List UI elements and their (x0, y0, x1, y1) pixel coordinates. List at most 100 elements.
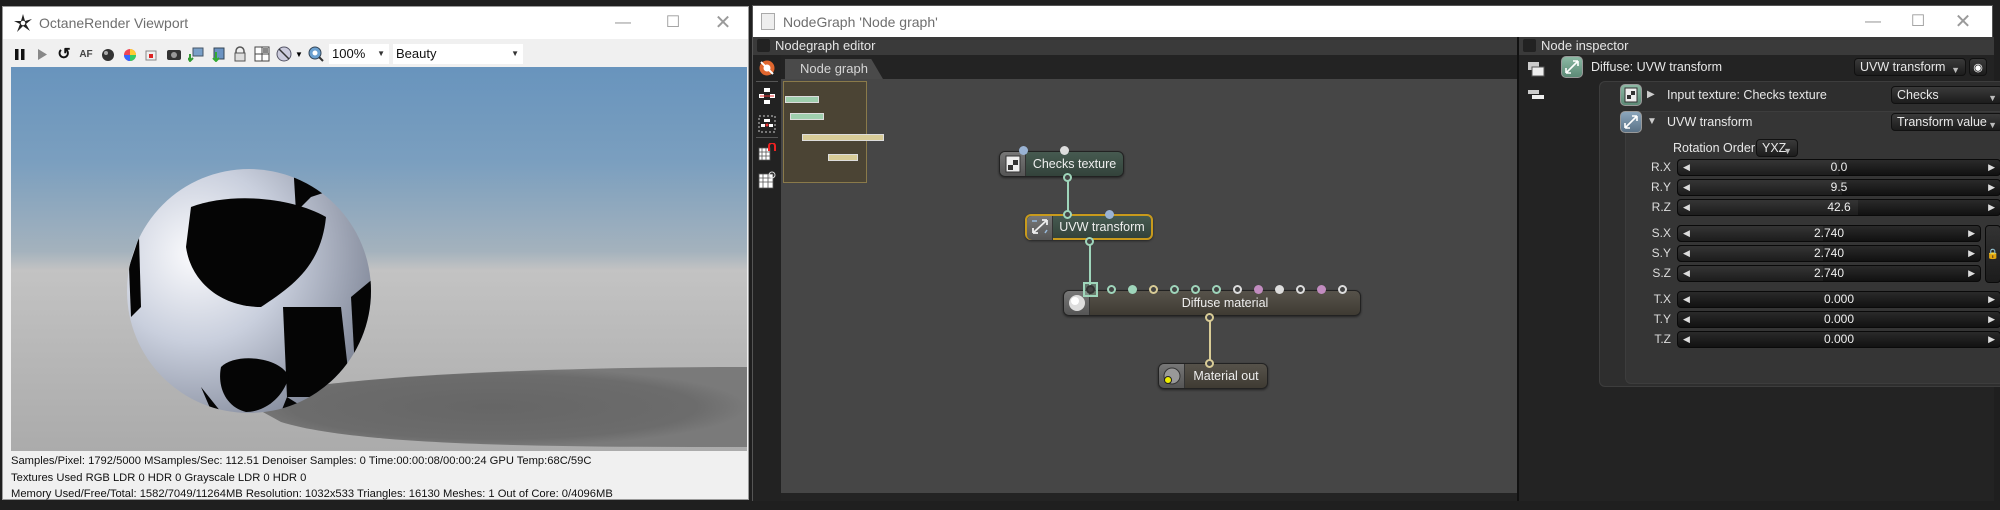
panel-checkbox[interactable] (757, 39, 770, 52)
export-icon[interactable] (187, 45, 205, 63)
zoom-icon[interactable] (307, 45, 325, 63)
increment-arrow-icon[interactable]: ▶ (1988, 312, 1995, 327)
zoom-level-select[interactable]: 100% ▼ (329, 44, 389, 64)
transform-type-select[interactable]: Transform value ▼ (1891, 113, 2000, 131)
cursor-pick-icon[interactable] (275, 45, 293, 63)
rotation-x-slider[interactable]: ◀ 0.0 ▶ (1677, 159, 2000, 176)
increment-arrow-icon[interactable]: ▶ (1968, 226, 1975, 241)
decrement-arrow-icon[interactable]: ◀ (1683, 292, 1690, 307)
decrement-arrow-icon[interactable]: ◀ (1683, 226, 1690, 241)
input-texture-row: ▶ Input texture: Checks texture Checks ▼ (1559, 83, 2000, 107)
node-type-select[interactable]: UVW transform ▼ (1854, 58, 1966, 76)
rotation-order-select[interactable]: YXZ ▼ (1756, 139, 1798, 157)
input-pin[interactable] (1063, 210, 1072, 219)
input-pin[interactable] (1149, 285, 1158, 294)
grid-icon[interactable] (253, 45, 271, 63)
input-pin[interactable] (1205, 359, 1214, 368)
snap-to-grid-icon[interactable] (758, 143, 776, 161)
panel-title: Node inspector (1541, 38, 1629, 53)
minimize-button[interactable]: — (1853, 10, 1893, 34)
increment-arrow-icon[interactable]: ▶ (1968, 246, 1975, 261)
lock-icon[interactable] (231, 45, 249, 63)
play-icon[interactable] (33, 45, 51, 63)
camera-icon[interactable] (165, 45, 183, 63)
node-checks-texture[interactable]: Checks texture (999, 151, 1124, 177)
decrement-arrow-icon[interactable]: ◀ (1683, 246, 1690, 261)
cursor-pick-dropdown-icon[interactable]: ▼ (295, 45, 303, 63)
minimize-button[interactable]: — (603, 11, 643, 35)
unlink-nodes-icon[interactable] (758, 59, 776, 77)
translation-z-slider[interactable]: ◀ 0.000 ▶ (1677, 331, 2000, 348)
decrement-arrow-icon[interactable]: ◀ (1683, 160, 1690, 175)
input-pin[interactable] (1317, 285, 1326, 294)
input-pin[interactable] (1275, 285, 1284, 294)
node-graph-canvas[interactable]: Checks texture UVW transform Diffuse mat… (781, 79, 1517, 493)
output-pin[interactable] (1085, 237, 1094, 246)
increment-arrow-icon[interactable]: ▶ (1988, 180, 1995, 195)
input-pin[interactable] (1019, 146, 1028, 155)
input-pin[interactable] (1105, 210, 1114, 219)
increment-arrow-icon[interactable]: ▶ (1988, 292, 1995, 307)
translation-y-slider[interactable]: ◀ 0.000 ▶ (1677, 311, 2000, 328)
reset-icon[interactable]: ↺ (55, 45, 73, 63)
rotation-z-slider[interactable]: ◀ 42.6 ▶ (1677, 199, 2000, 216)
scale-y-slider[interactable]: ◀ 2.740 ▶ (1677, 245, 1981, 262)
collapse-nodes-icon[interactable] (758, 115, 776, 133)
input-pin[interactable] (1170, 285, 1179, 294)
input-pin[interactable] (1128, 285, 1137, 294)
node-material-out[interactable]: Material out (1158, 363, 1268, 389)
input-pin[interactable] (1060, 146, 1069, 155)
input-pin[interactable] (1191, 285, 1200, 294)
import-icon[interactable] (209, 45, 227, 63)
checks-texture-icon (1000, 152, 1026, 176)
increment-arrow-icon[interactable]: ▶ (1988, 160, 1995, 175)
increment-arrow-icon[interactable]: ▶ (1988, 332, 1995, 347)
decrement-arrow-icon[interactable]: ◀ (1683, 332, 1690, 347)
scale-lock-button[interactable]: 🔒 (1985, 225, 2000, 283)
expand-all-icon[interactable] (1527, 61, 1545, 77)
sphere-pick-icon[interactable] (99, 45, 117, 63)
close-button[interactable]: ✕ (703, 11, 743, 35)
node-diffuse-material[interactable]: Diffuse material (1063, 290, 1361, 316)
input-pin[interactable] (1254, 285, 1263, 294)
scale-x-slider[interactable]: ◀ 2.740 ▶ (1677, 225, 1981, 242)
decrement-arrow-icon[interactable]: ◀ (1683, 180, 1690, 195)
decrement-arrow-icon[interactable]: ◀ (1683, 200, 1690, 215)
collapse-arrow-icon[interactable]: ▼ (1647, 110, 1657, 134)
input-pin[interactable] (1086, 285, 1095, 294)
increment-arrow-icon[interactable]: ▶ (1968, 266, 1975, 281)
visibility-toggle[interactable]: ◉ (1969, 58, 1987, 76)
decrement-arrow-icon[interactable]: ◀ (1683, 266, 1690, 281)
input-texture-select[interactable]: Checks ▼ (1891, 86, 2000, 104)
scale-z-slider[interactable]: ◀ 2.740 ▶ (1677, 265, 1981, 282)
node-label: UVW transform (1059, 220, 1145, 234)
output-pin[interactable] (1063, 173, 1072, 182)
input-pin[interactable] (1296, 285, 1305, 294)
expand-arrow-icon[interactable]: ▶ (1647, 83, 1655, 107)
render-view[interactable] (11, 67, 747, 451)
decrement-arrow-icon[interactable]: ◀ (1683, 312, 1690, 327)
show-grid-icon[interactable] (758, 171, 776, 189)
pause-icon[interactable] (11, 45, 29, 63)
input-pin[interactable] (1212, 285, 1221, 294)
output-pin[interactable] (1205, 313, 1214, 322)
input-pin[interactable] (1107, 285, 1116, 294)
graph-minimap[interactable] (783, 81, 884, 183)
panel-checkbox[interactable] (1523, 39, 1536, 52)
rotation-y-slider[interactable]: ◀ 9.5 ▶ (1677, 179, 2000, 196)
maximize-button[interactable]: ☐ (653, 11, 693, 35)
input-pin[interactable] (1233, 285, 1242, 294)
autofocus-icon[interactable]: AF (77, 45, 95, 63)
tab-node-graph[interactable]: Node graph (785, 59, 883, 79)
region-icon[interactable] (143, 45, 161, 63)
render-pass-select[interactable]: Beauty ▼ (393, 44, 523, 64)
transform-type-value: Transform value (1897, 115, 1987, 129)
input-pin[interactable] (1338, 285, 1347, 294)
close-button[interactable]: ✕ (1943, 10, 1983, 34)
arrange-nodes-icon[interactable] (758, 87, 776, 105)
color-pick-icon[interactable] (121, 45, 139, 63)
maximize-button[interactable]: ☐ (1898, 10, 1938, 34)
increment-arrow-icon[interactable]: ▶ (1988, 200, 1995, 215)
translation-x-slider[interactable]: ◀ 0.000 ▶ (1677, 291, 2000, 308)
collapse-all-icon[interactable] (1527, 89, 1545, 101)
